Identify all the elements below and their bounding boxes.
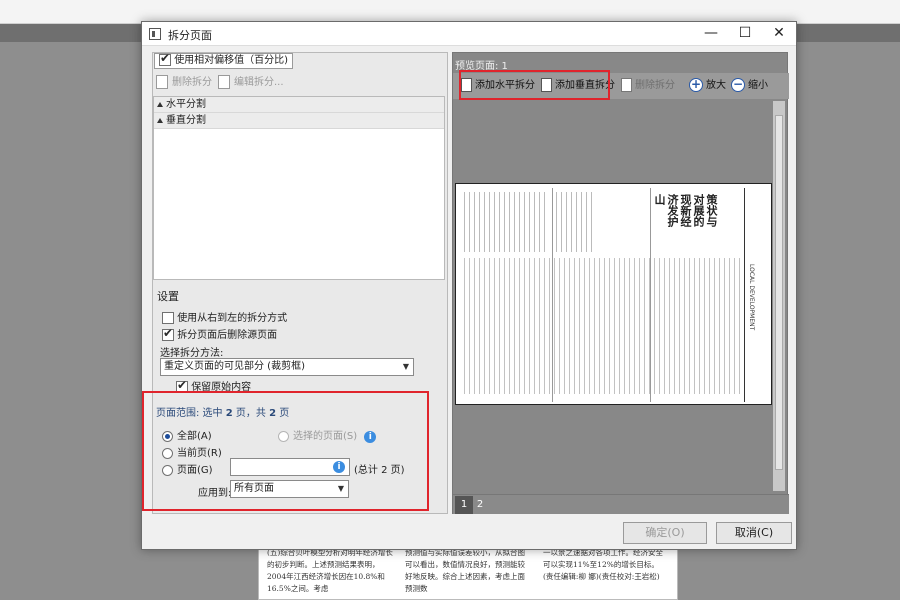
edit-split-label: 编辑拆分... xyxy=(234,77,284,88)
delete-source-checkbox[interactable] xyxy=(162,326,174,341)
edit-split-button[interactable]: 编辑拆分... xyxy=(218,70,284,96)
highlight-box-add-split xyxy=(459,70,610,100)
chevron-down-icon: ▼ xyxy=(402,362,409,371)
background-text-column: (五)综合贝叶模型分析对明年经济增长的初步判断。上述预测结果表明，2004年江西… xyxy=(267,548,393,593)
split-pages-dialog: 拆分页面 — ☐ ✕ 使用相对偏移值（百分比) 删除拆分 编辑拆分... 水平分… xyxy=(141,21,797,550)
zoom-out-button[interactable]: − 缩小 xyxy=(731,73,768,99)
delete-source-option[interactable]: 拆分页面后删除源页面 xyxy=(162,326,277,341)
ok-button[interactable]: 确定(O) xyxy=(623,522,707,544)
page-tab-2[interactable]: 2 xyxy=(471,496,489,514)
delete-split-button[interactable]: 删除拆分 xyxy=(156,70,212,96)
preview-side-label: LOCAL DEVELOPMENT xyxy=(748,264,755,331)
highlight-box-page-range xyxy=(142,391,429,511)
close-button[interactable]: ✕ xyxy=(762,22,796,46)
settings-header: 设置 xyxy=(157,290,179,303)
list-item[interactable]: 垂直分割 xyxy=(154,113,444,129)
preview-doc-title: 策状与对展的现新经济发护山 xyxy=(653,194,718,227)
relative-offset-label: 使用相对偏移值（百分比) xyxy=(174,55,289,66)
preview-panel: 预览页面: 1 添加水平拆分 添加垂直拆分 删除拆分 + 放大 − 缩小 策状与对展… xyxy=(452,52,789,514)
expand-triangle-icon xyxy=(157,101,163,107)
edit-split-icon xyxy=(218,75,230,89)
maximize-button[interactable]: ☐ xyxy=(728,22,762,46)
preview-page-tabs: 1 2 xyxy=(453,494,789,514)
dialog-title: 拆分页面 xyxy=(168,29,212,42)
relative-offset-option[interactable]: 使用相对偏移值（百分比) xyxy=(154,51,294,69)
preview-scrollbar[interactable] xyxy=(773,101,785,491)
background-text-column: 一以景之速据对各项工作。经济安全可以实现11%至12%的增长目标。(责任编辑:柳… xyxy=(543,548,663,581)
list-item[interactable]: 水平分割 xyxy=(154,97,444,113)
minimize-button[interactable]: — xyxy=(694,22,728,46)
dialog-titlebar: 拆分页面 — ☐ ✕ xyxy=(142,22,796,46)
split-method-value: 重定义页面的可见部分 (裁剪框) xyxy=(164,361,305,372)
delete-source-label: 拆分页面后删除源页面 xyxy=(177,330,278,341)
split-method-select[interactable]: 重定义页面的可见部分 (裁剪框) ▼ xyxy=(160,358,414,376)
delete-split-label: 删除拆分 xyxy=(172,77,212,88)
preview-delete-split-button[interactable]: 删除拆分 xyxy=(621,73,675,99)
zoom-out-icon: − xyxy=(731,77,745,92)
expand-triangle-icon xyxy=(157,117,163,123)
split-method-label: 选择拆分方法: xyxy=(160,348,224,359)
relative-offset-checkbox[interactable] xyxy=(159,51,171,66)
split-list[interactable]: 水平分割 垂直分割 xyxy=(153,96,445,280)
rtl-checkbox[interactable] xyxy=(162,312,174,324)
delete-split-icon xyxy=(156,75,168,89)
scrollbar-thumb[interactable] xyxy=(775,115,783,470)
rtl-label: 使用从右到左的拆分方式 xyxy=(177,313,288,324)
zoom-in-icon: + xyxy=(689,77,703,92)
cancel-button[interactable]: 取消(C) xyxy=(716,522,792,544)
preview-page[interactable]: 策状与对展的现新经济发护山 LOCAL DEVELOPMENT xyxy=(455,183,772,405)
rtl-option[interactable]: 使用从右到左的拆分方式 xyxy=(162,309,287,324)
background-text-column: 预测值与实际值误差较小，从拟合图可以看出，数值情况良好，预测能较好地反映。综合上… xyxy=(405,548,525,593)
delete-split-icon xyxy=(621,78,632,92)
zoom-in-button[interactable]: + 放大 xyxy=(689,73,726,99)
app-icon xyxy=(149,28,161,40)
